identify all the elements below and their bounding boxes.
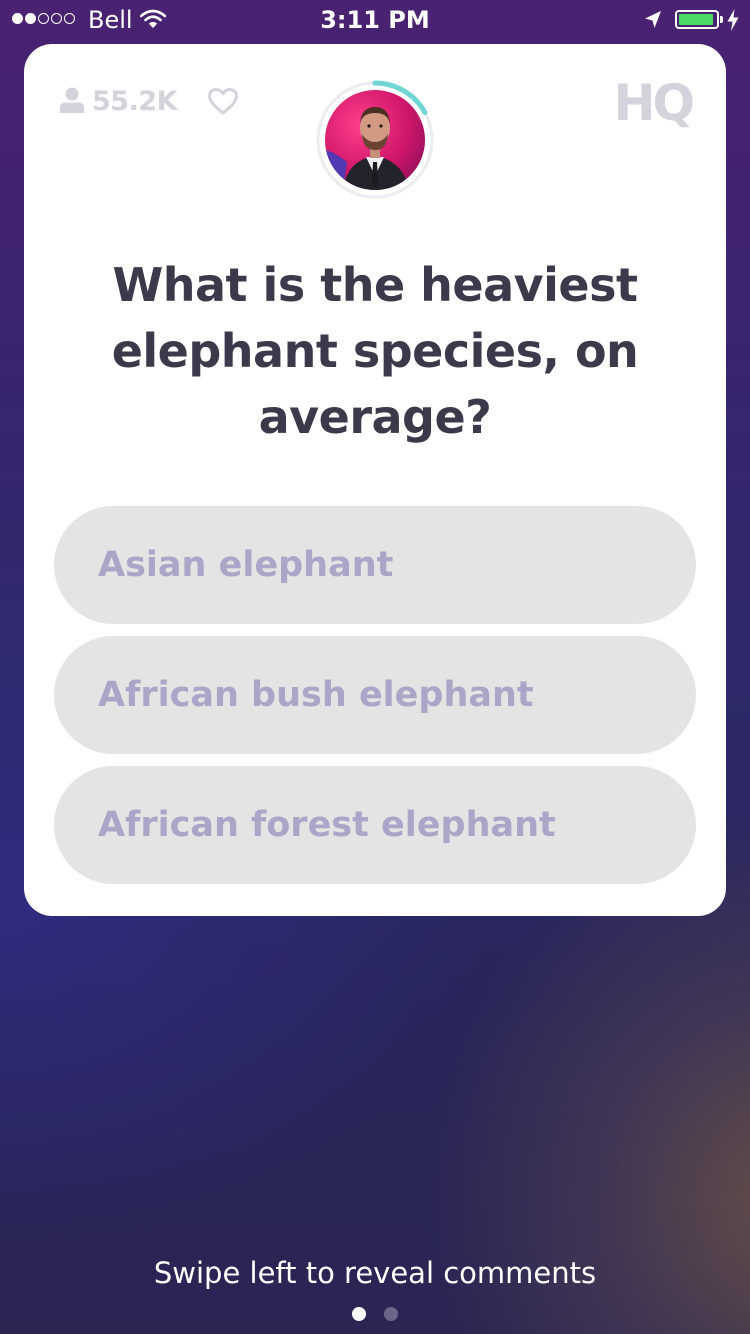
answer-option[interactable]: Asian elephant xyxy=(54,506,696,624)
hq-logo: HQ xyxy=(613,74,695,132)
battery-icon xyxy=(675,10,719,29)
answer-label: African forest elephant xyxy=(98,805,556,845)
charging-bolt-icon xyxy=(727,9,739,35)
answer-label: Asian elephant xyxy=(98,545,394,585)
heart-icon[interactable] xyxy=(207,87,239,119)
person-icon xyxy=(60,87,84,117)
question-text: What is the heaviest elephant species, o… xyxy=(111,258,639,444)
answer-option[interactable]: African bush elephant xyxy=(54,636,696,754)
location-arrow-icon xyxy=(643,10,663,34)
battery-tip xyxy=(720,16,723,23)
battery-level xyxy=(679,14,714,25)
question-card: 55.2K HQ What is the heaviest elephant s… xyxy=(24,44,726,916)
status-time: 3:11 PM xyxy=(320,6,430,34)
page-dot[interactable] xyxy=(352,1307,366,1321)
page-dot[interactable] xyxy=(384,1307,398,1321)
host-video xyxy=(315,80,435,200)
page-indicator[interactable] xyxy=(0,1307,750,1321)
viewer-count: 55.2K xyxy=(92,86,178,117)
swipe-hint: Swipe left to reveal comments xyxy=(153,1256,597,1290)
status-bar: Bell 3:11 PM xyxy=(0,0,750,40)
answer-option[interactable]: African forest elephant xyxy=(54,766,696,884)
answer-label: African bush elephant xyxy=(98,675,534,715)
viewer-count-group: 55.2K xyxy=(60,86,178,117)
host-avatar xyxy=(325,90,425,190)
